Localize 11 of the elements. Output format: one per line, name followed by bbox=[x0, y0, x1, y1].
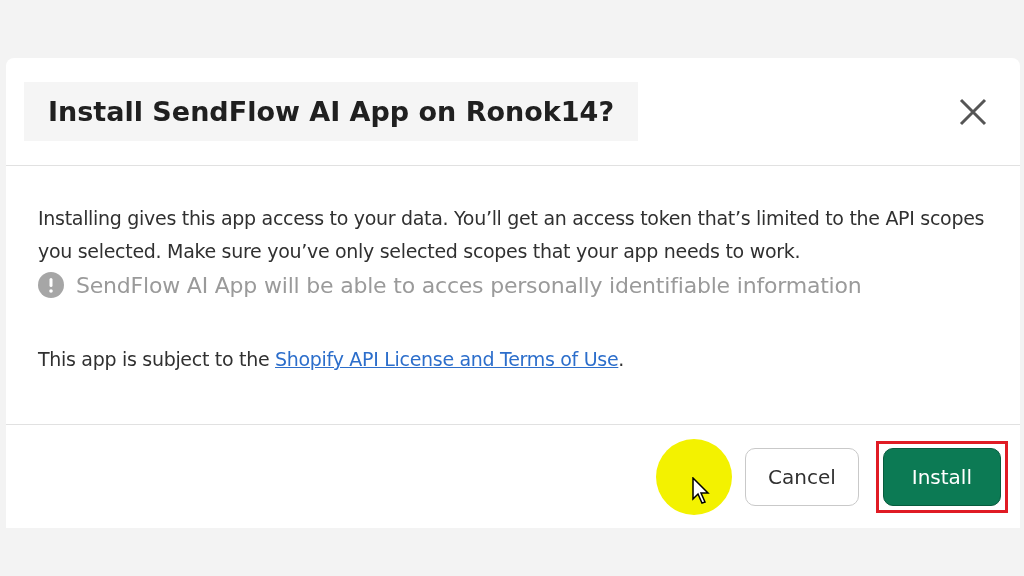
cursor-highlight-icon bbox=[656, 438, 732, 515]
alert-icon bbox=[38, 272, 64, 298]
cancel-button[interactable]: Cancel bbox=[745, 447, 859, 506]
terms-text: This app is subject to the Shopify API License and Terms of Use. bbox=[38, 348, 626, 370]
warning-text: SendFlow AI App will be able to acces personally identifiable information bbox=[76, 272, 862, 298]
terms-link[interactable]: Shopify API License and Terms of Use bbox=[275, 348, 619, 370]
install-button[interactable]: Install bbox=[882, 447, 1001, 506]
close-icon[interactable] bbox=[958, 96, 988, 127]
description-text: Installing gives this app access to your data. You’ll get an access token that’s limited to the API scopes you selected. Make sure you’ve only selected scopes that your app needs to work. bbox=[38, 206, 986, 264]
mouse-pointer-icon bbox=[692, 476, 710, 505]
dialog-title: Install SendFlow AI App on Ronok14? bbox=[24, 82, 639, 141]
